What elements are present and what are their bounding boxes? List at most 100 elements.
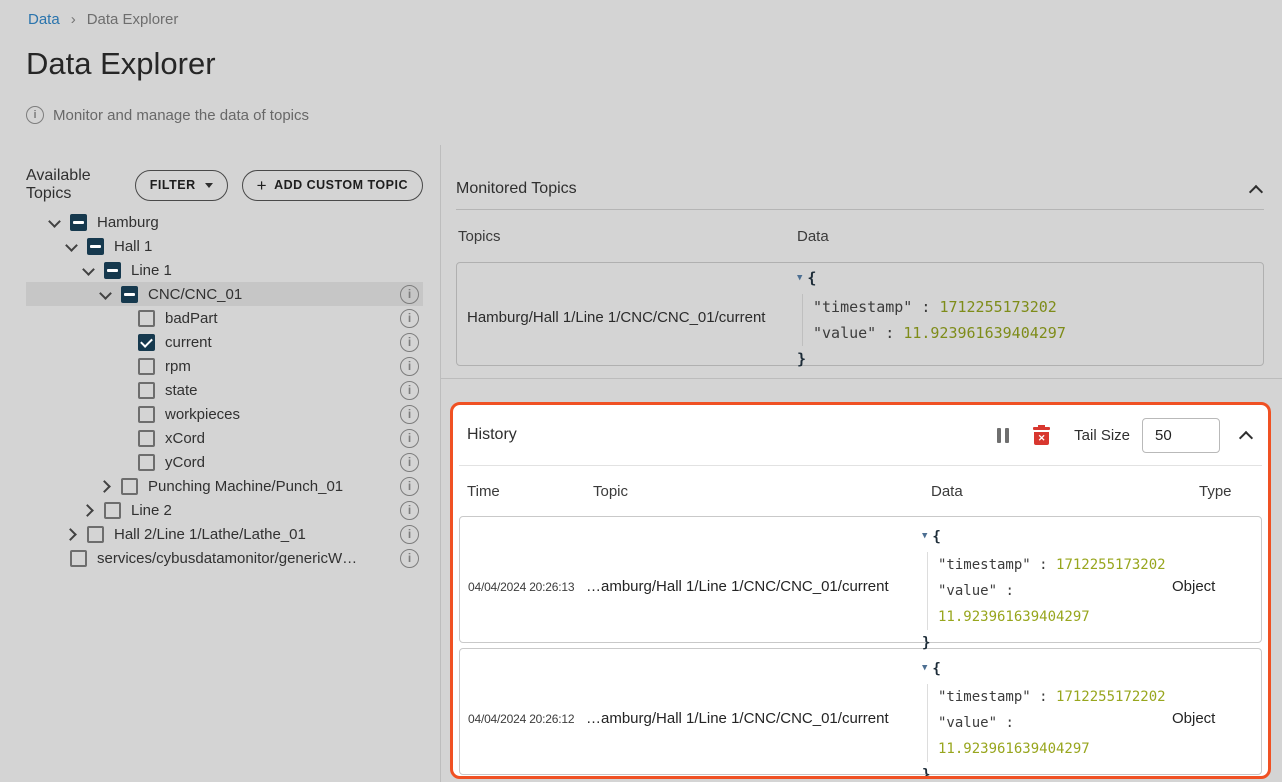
pause-button[interactable] [997,428,1009,443]
column-header-topics: Topics [458,228,797,245]
monitored-topic-data: ▼{"timestamp" : 1712255173202"value" : 1… [797,263,1263,372]
tree-item-hall-1[interactable]: Hall 1 [26,234,423,258]
tree-item-label: Line 1 [131,262,172,279]
info-icon[interactable]: i [400,381,419,400]
chevron-right-icon[interactable] [80,502,96,518]
tree-item-badpart[interactable]: badParti [26,306,423,330]
checkbox-indeterminate[interactable] [104,262,121,279]
json-collapse-icon[interactable]: ▼ [922,655,927,681]
history-row-type: Object [1172,710,1253,727]
breadcrumb: Data › Data Explorer [28,11,178,28]
tail-size-label: Tail Size [1074,427,1130,444]
checkbox-unchecked[interactable] [104,502,121,519]
plus-icon: + [257,177,267,194]
breadcrumb-separator-icon: › [71,11,76,28]
available-topics-title: Available Topics [26,167,121,203]
info-icon[interactable]: i [400,525,419,544]
chevron-spacer [114,430,130,446]
json-open-brace: { [932,661,940,677]
tree-item-label: current [165,334,212,351]
tree-item-cnc-cnc-01[interactable]: CNC/CNC_01 i [26,282,423,306]
tree-item-label: CNC/CNC_01 [148,286,242,303]
checkbox-unchecked[interactable] [138,310,155,327]
tree-item-label: services/cybusdatamonitor/genericW… [97,550,357,567]
json-key: "timestamp" [938,557,1031,573]
chevron-down-icon [205,183,213,188]
tree-item-current[interactable]: current i [26,330,423,354]
info-icon[interactable]: i [400,501,419,520]
tree-item-label: xCord [165,430,205,447]
add-custom-topic-button[interactable]: + ADD CUSTOM TOPIC [242,170,423,201]
trash-icon [1034,432,1049,445]
tree-item-ycord[interactable]: yCord i [26,450,423,474]
filter-button[interactable]: FILTER [135,170,228,201]
checkbox-unchecked[interactable] [138,406,155,423]
chevron-down-icon[interactable] [80,262,96,278]
info-icon[interactable]: i [400,357,419,376]
clear-history-button[interactable] [1033,426,1050,445]
chevron-right-icon[interactable] [97,478,113,494]
checkbox-indeterminate[interactable] [70,214,87,231]
json-colon: : [997,583,1022,599]
chevron-down-icon[interactable] [97,286,113,302]
info-icon[interactable]: i [400,333,419,352]
info-icon[interactable]: i [400,285,419,304]
history-row-topic: …amburg/Hall 1/Line 1/CNC/CNC_01/current [586,710,922,727]
tree-item-label: Hall 2/Line 1/Lathe/Lathe_01 [114,526,306,543]
history-title: History [467,426,997,444]
tree-item-label: yCord [165,454,205,471]
column-header-time: Time [467,483,593,500]
history-row: 04/04/2024 20:26:12…amburg/Hall 1/Line 1… [459,648,1262,775]
checkbox-unchecked[interactable] [138,358,155,375]
checkbox-unchecked[interactable] [138,382,155,399]
checkbox-checked[interactable] [138,334,155,351]
checkbox-indeterminate[interactable] [121,286,138,303]
info-icon[interactable]: i [400,453,419,472]
info-icon[interactable]: i [400,477,419,496]
tree-item-services-cybusdatamonitor-genericw[interactable]: services/cybusdatamonitor/genericW… i [26,546,423,570]
tree-item-workpieces[interactable]: workpiecesi [26,402,423,426]
section-divider [441,378,1282,379]
tree-item-hamburg[interactable]: Hamburg [26,210,423,234]
json-value: 1712255172202 [1056,689,1166,705]
tree-item-xcord[interactable]: xCord i [26,426,423,450]
monitored-topics-column-headers: Topics Data [456,210,1264,262]
chevron-right-icon[interactable] [63,526,79,542]
checkbox-unchecked[interactable] [121,478,138,495]
tail-size-input[interactable] [1142,418,1220,453]
info-icon[interactable]: i [400,309,419,328]
tree-item-label: rpm [165,358,191,375]
checkbox-unchecked[interactable] [138,430,155,447]
json-open-brace: { [932,529,940,545]
json-collapse-icon[interactable]: ▼ [797,265,802,291]
monitored-topics-panel: Monitored Topics Topics Data Hamburg/Hal… [456,168,1264,366]
checkbox-indeterminate[interactable] [87,238,104,255]
checkbox-unchecked[interactable] [138,454,155,471]
chevron-spacer [114,334,130,350]
checkbox-unchecked[interactable] [70,550,87,567]
tree-item-line-2[interactable]: Line 2i [26,498,423,522]
collapse-history-button[interactable] [1238,428,1254,442]
json-value: 1712255173202 [1056,557,1166,573]
info-icon[interactable]: i [400,405,419,424]
tree-item-state[interactable]: statei [26,378,423,402]
json-value: 11.923961639404297 [938,609,1090,625]
tree-item-hall-2-line-1-lathe-lathe-01[interactable]: Hall 2/Line 1/Lathe/Lathe_01 i [26,522,423,546]
column-header-data: Data [931,483,1199,500]
json-key: "timestamp" [813,298,912,316]
json-key: "value" [938,715,997,731]
chevron-down-icon[interactable] [63,238,79,254]
info-icon[interactable]: i [400,429,419,448]
json-collapse-icon[interactable]: ▼ [922,523,927,549]
tree-item-line-1[interactable]: Line 1 [26,258,423,282]
collapse-monitored-button[interactable] [1248,182,1264,196]
chevron-spacer [114,310,130,326]
tree-item-punching-machine-punch-01[interactable]: Punching Machine/Punch_01i [26,474,423,498]
checkbox-unchecked[interactable] [87,526,104,543]
chevron-down-icon[interactable] [46,214,62,230]
page-subtitle-text: Monitor and manage the data of topics [53,107,309,124]
tree-item-rpm[interactable]: rpm i [26,354,423,378]
json-colon: : [912,298,939,316]
info-icon[interactable]: i [400,549,419,568]
breadcrumb-link-data[interactable]: Data [28,11,60,28]
